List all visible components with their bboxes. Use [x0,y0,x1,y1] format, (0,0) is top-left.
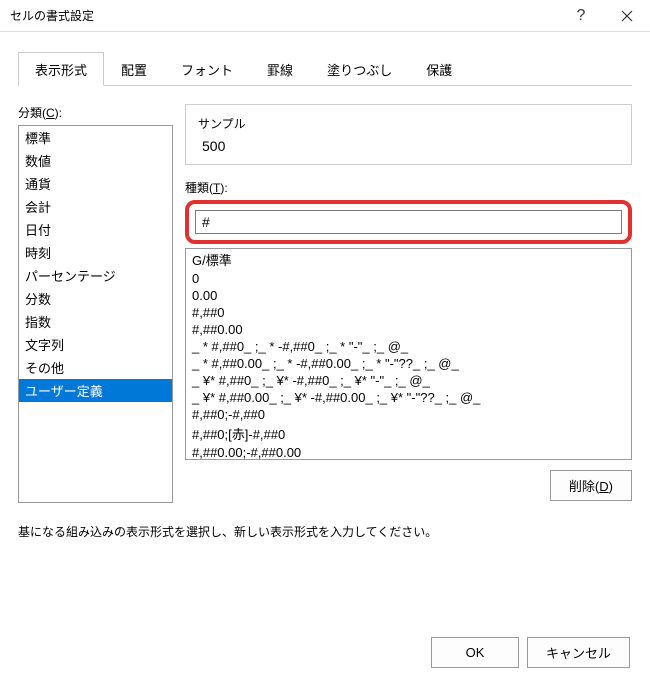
help-button[interactable]: ? [558,0,604,32]
category-item[interactable]: 日付 [19,218,172,241]
category-item[interactable]: 数値 [19,149,172,172]
sample-box: サンプル 500 [185,104,632,165]
category-item[interactable]: 標準 [19,126,172,149]
format-item[interactable]: #,##0.00;-#,##0.00 [186,444,631,460]
format-item[interactable]: #,##0 [186,304,631,321]
format-item[interactable]: _ ¥* #,##0_ ;_ ¥* -#,##0_ ;_ ¥* "-"_ ;_ … [186,372,631,389]
delete-row: 削除(D) [185,470,632,501]
category-column: 分類(C): 標準数値通貨会計日付時刻パーセンテージ分数指数文字列その他ユーザー… [18,104,173,505]
format-listbox[interactable]: G/標準00.00#,##0#,##0.00_ * #,##0_ ;_ * -#… [185,248,632,460]
question-icon: ? [577,7,586,25]
category-item[interactable]: 指数 [19,310,172,333]
category-item[interactable]: 通貨 [19,172,172,195]
format-item[interactable]: #,##0.00 [186,321,631,338]
type-label: 種類(T): [185,179,632,196]
category-item[interactable]: パーセンテージ [19,264,172,287]
dialog-content: 表示形式配置フォント罫線塗りつぶし保護 分類(C): 標準数値通貨会計日付時刻パ… [0,32,650,554]
category-listbox[interactable]: 標準数値通貨会計日付時刻パーセンテージ分数指数文字列その他ユーザー定義 [18,125,173,503]
close-button[interactable] [604,0,650,32]
tab-item[interactable]: 塗りつぶし [310,52,409,85]
format-item[interactable]: _ ¥* #,##0.00_ ;_ ¥* -#,##0.00_ ;_ ¥* "-… [186,389,631,406]
tab-item[interactable]: 保護 [409,52,469,85]
sample-label: サンプル [198,115,619,132]
close-icon [621,10,633,22]
dialog-title: セルの書式設定 [10,7,94,24]
category-item[interactable]: ユーザー定義 [19,379,172,402]
titlebar-controls: ? [558,0,650,32]
format-item[interactable]: _ * #,##0.00_ ;_ * -#,##0.00_ ;_ * "-"??… [186,355,631,372]
format-item[interactable]: 0 [186,270,631,287]
format-item[interactable]: _ * #,##0_ ;_ * -#,##0_ ;_ * "-"_ ;_ @_ [186,338,631,355]
right-column: サンプル 500 種類(T): G/標準00.00#,##0#,##0.00_ … [185,104,632,505]
format-item[interactable]: #,##0;[赤]-#,##0 [186,423,631,444]
format-item[interactable]: G/標準 [186,249,631,270]
sample-value: 500 [198,138,619,154]
category-label: 分類(C): [18,104,173,121]
category-item[interactable]: 分数 [19,287,172,310]
category-item[interactable]: 文字列 [19,333,172,356]
category-item[interactable]: 時刻 [19,241,172,264]
category-item[interactable]: 会計 [19,195,172,218]
hint-text: 基になる組み込みの表示形式を選択し、新しい表示形式を入力してください。 [18,523,632,540]
footer-buttons: OK キャンセル [431,637,630,668]
titlebar: セルの書式設定 ? [0,0,650,32]
tabs: 表示形式配置フォント罫線塗りつぶし保護 [18,52,632,86]
tab-item[interactable]: フォント [164,52,250,85]
tab-item[interactable]: 配置 [104,52,164,85]
delete-button[interactable]: 削除(D) [550,470,632,501]
main-area: 分類(C): 標準数値通貨会計日付時刻パーセンテージ分数指数文字列その他ユーザー… [18,104,632,505]
format-item[interactable]: 0.00 [186,287,631,304]
format-item[interactable]: #,##0;-#,##0 [186,406,631,423]
type-input-highlight [185,200,632,244]
type-input[interactable] [195,210,622,234]
cancel-button[interactable]: キャンセル [527,637,630,668]
category-item[interactable]: その他 [19,356,172,379]
tab-item[interactable]: 表示形式 [18,52,104,86]
tab-item[interactable]: 罫線 [250,52,310,85]
ok-button[interactable]: OK [431,637,519,668]
